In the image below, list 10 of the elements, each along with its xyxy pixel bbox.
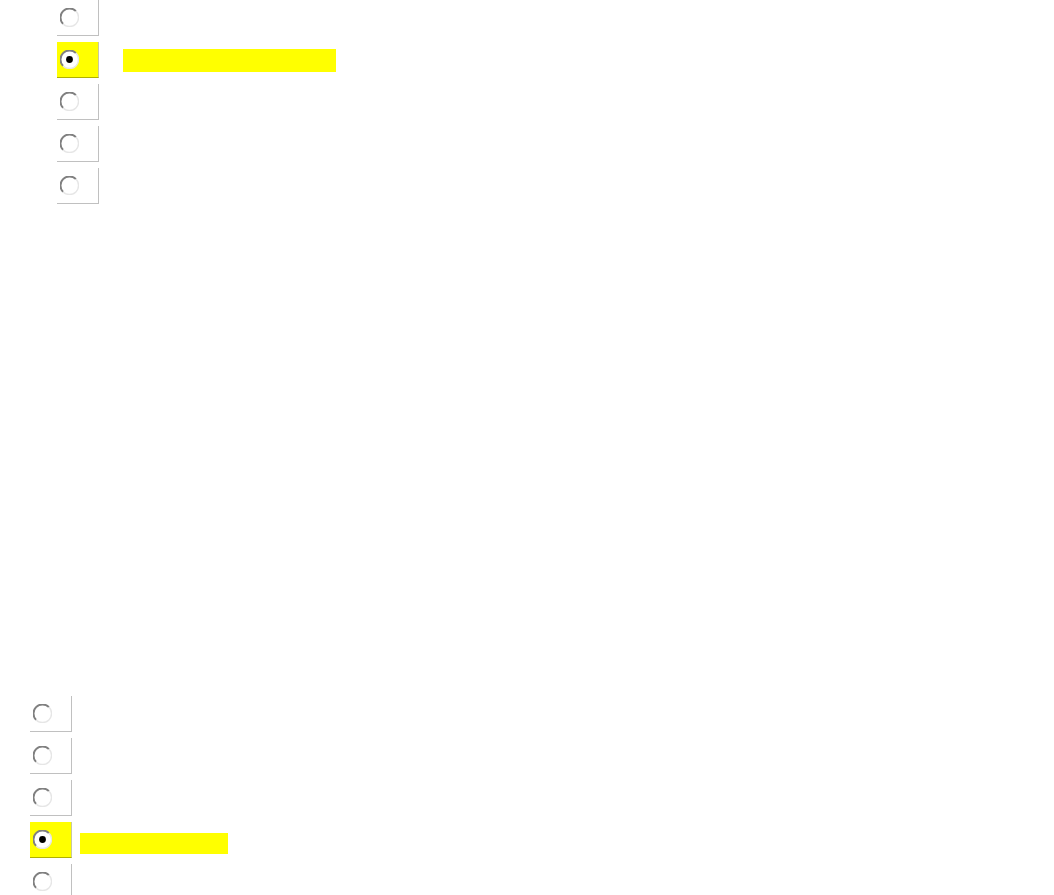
radio-button[interactable]: [33, 704, 52, 723]
radio-button[interactable]: [33, 788, 52, 807]
radio-button[interactable]: [60, 176, 79, 195]
radio-button[interactable]: [33, 830, 52, 849]
radio-button[interactable]: [60, 134, 79, 153]
radio-button[interactable]: [60, 8, 79, 27]
radio-button[interactable]: [33, 746, 52, 765]
radio-button[interactable]: [33, 872, 52, 891]
radio-button[interactable]: [60, 50, 79, 69]
radio-button[interactable]: [60, 92, 79, 111]
